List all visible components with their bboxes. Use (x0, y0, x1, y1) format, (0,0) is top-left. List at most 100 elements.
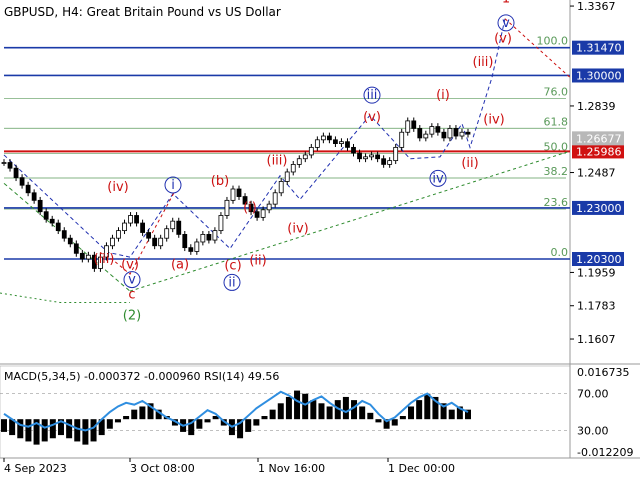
macd-bar (391, 419, 398, 426)
candle-body (200, 234, 206, 243)
macd-bar (294, 390, 301, 420)
wave-label: (a) (171, 257, 189, 272)
candle-body (266, 203, 272, 211)
candle-body (194, 241, 200, 252)
macd-bar (326, 406, 333, 420)
candle-body (278, 181, 284, 194)
macd-bar (424, 393, 431, 420)
candle-body (49, 218, 55, 224)
candle-body (122, 222, 127, 232)
candle-body (381, 158, 387, 165)
price-level-label: 1.30000 (576, 69, 622, 82)
fib-label: 23.6 (544, 196, 569, 209)
candle-body (13, 167, 19, 179)
candle-body (405, 120, 411, 133)
candle-body (188, 247, 194, 252)
candle-body (314, 139, 320, 148)
wave-label: (c) (224, 258, 241, 273)
candle-body (284, 171, 290, 182)
macd-bar (448, 409, 455, 420)
macd-bar (318, 403, 325, 420)
candle-body (73, 243, 79, 254)
wave-label: iv (432, 171, 444, 186)
candle-body (182, 234, 188, 249)
time-tick-label: 4 Sep 2023 (4, 462, 67, 475)
candle-body (345, 141, 350, 148)
macd-bar (399, 416, 406, 420)
candle-body (308, 146, 314, 156)
candle-body (176, 220, 182, 235)
candle-body (399, 131, 405, 148)
wave-label: i (171, 178, 175, 193)
chart-root: 100.076.061.850.038.223.60.0 1.314701.30… (0, 0, 640, 475)
candle-body (272, 192, 278, 205)
macd-bar (310, 400, 317, 420)
symbol-description: Great Britain Pound vs US Dollar (87, 5, 281, 19)
price-level-label: 1.20300 (576, 253, 622, 266)
macd-bar (74, 419, 81, 442)
macd-bar (277, 403, 284, 420)
macd-bar (66, 419, 73, 439)
wave-label: v (502, 16, 510, 31)
wave-label: c (128, 287, 135, 302)
candle-body (290, 164, 296, 173)
price-level-label: 1.31470 (576, 42, 622, 55)
candle-body (453, 128, 459, 137)
fib-label: 38.2 (544, 165, 569, 178)
candle-body (363, 156, 368, 160)
macd-bar (285, 396, 292, 420)
macd-bar (269, 409, 276, 420)
wave-label: iii (367, 88, 378, 103)
candle-body (333, 139, 338, 144)
candle-body (61, 230, 67, 239)
candle-body (351, 146, 356, 154)
candle-body (327, 135, 332, 141)
time-tick-label: 1 Dec 00:00 (388, 462, 455, 475)
macd-bar (342, 396, 349, 420)
macd-bar (114, 419, 121, 423)
macd-bar (25, 419, 32, 442)
wave-label: (v) (363, 110, 381, 125)
wave-label: (iv) (483, 113, 504, 128)
macd-bar (1, 419, 7, 432)
fib-label: 76.0 (544, 86, 569, 99)
candle-body (218, 215, 224, 232)
price-level-label: 1.23000 (576, 202, 622, 215)
macd-bar (49, 419, 56, 439)
candle-body (429, 126, 435, 135)
macd-bar (302, 393, 309, 420)
candle-body (25, 184, 31, 194)
wave-label: (iv) (287, 222, 308, 237)
candle-body (110, 237, 115, 247)
macd-bar (261, 416, 268, 420)
candle-body (152, 237, 158, 247)
candle-body (31, 192, 37, 201)
wave-label: 1 (502, 0, 510, 7)
candle-body (296, 158, 302, 165)
macd-bar (82, 419, 89, 445)
candle-body (1, 162, 7, 164)
candle-body (260, 209, 266, 218)
candle-body (465, 131, 471, 135)
macd-bar (253, 419, 260, 426)
candle-body (357, 152, 362, 160)
candle-body (55, 222, 61, 232)
price-level-label: 1.25986 (576, 145, 622, 158)
indicator-tick-label: 70.00 (577, 388, 609, 401)
wave-label: (ii) (461, 156, 478, 171)
time-axis: 4 Sep 2023 3 Oct 08:00 1 Nov 16:00 1 Dec 00… (3, 458, 455, 475)
time-tick-label: 1 Nov 16:00 (258, 462, 325, 475)
wave-label: (ii) (249, 254, 266, 269)
candle-body (19, 177, 25, 186)
wave-label: (i) (436, 88, 450, 103)
macd-bar (408, 406, 415, 420)
candle-body (459, 131, 465, 137)
candle-body (206, 234, 212, 241)
macd-bar (90, 419, 97, 442)
wave-label: (iii) (267, 153, 288, 168)
fib-label: 0.0 (551, 246, 569, 259)
indicator-header: MACD(5,34,5) -0.000372 -0.000960 RSI(14)… (4, 370, 279, 383)
macd-bar (245, 419, 252, 432)
macd-bar (17, 419, 24, 439)
chart-header: GBPUSD, H4: Great Britain Pound vs US Do… (4, 5, 281, 19)
